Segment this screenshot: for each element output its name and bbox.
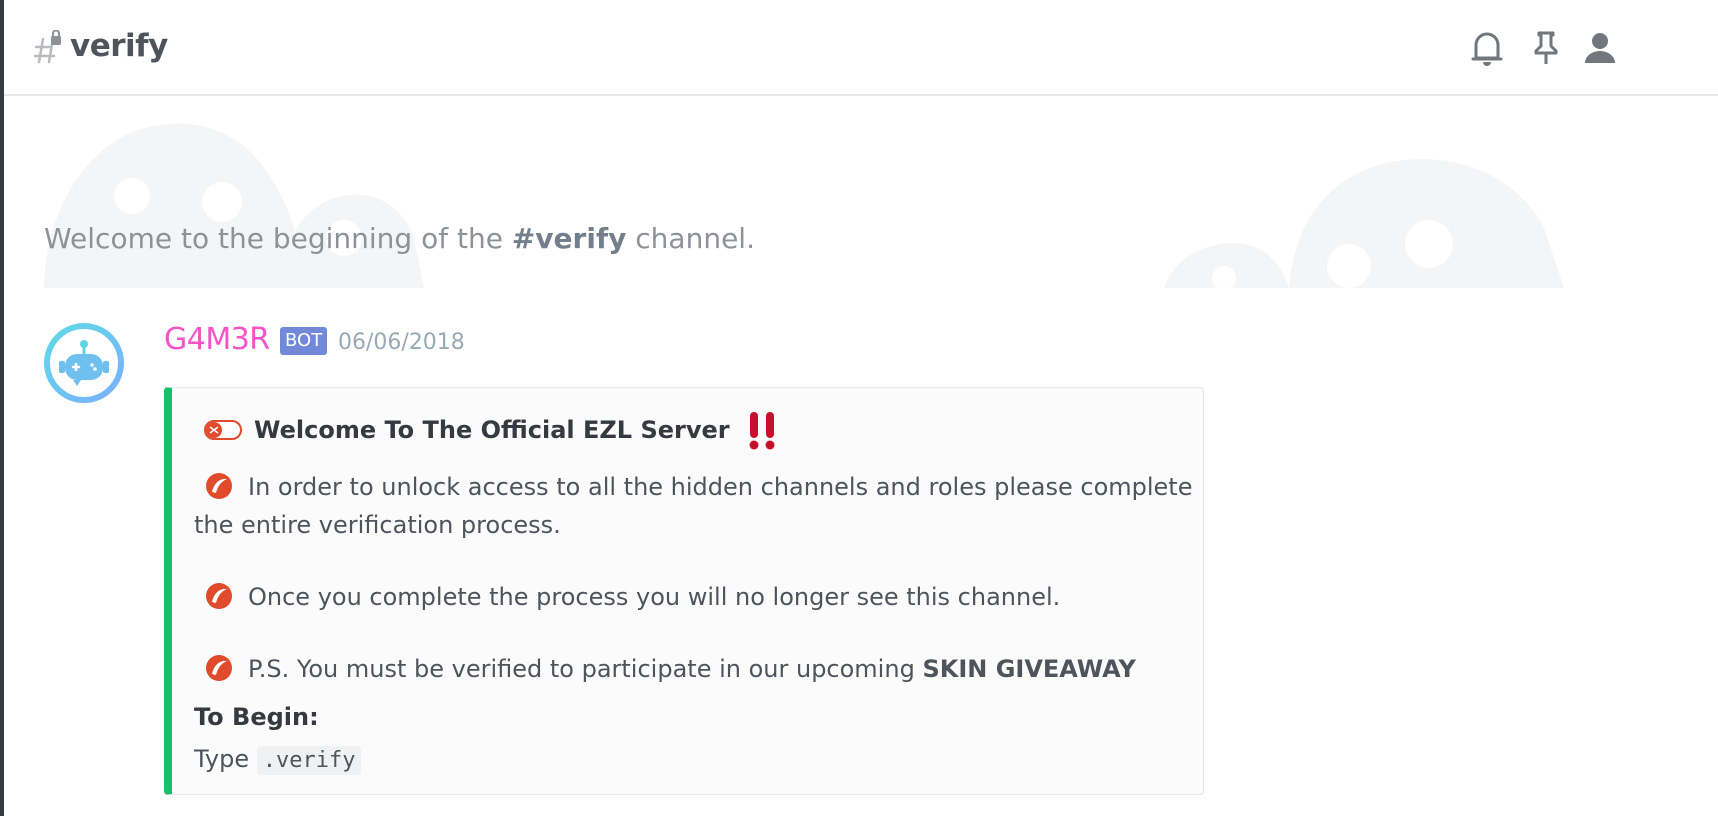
channel-name: verify: [70, 28, 168, 64]
channel-header: verify: [4, 0, 1718, 96]
message-embed: Welcome To The Official EZL Server In or…: [164, 387, 1204, 795]
embed-title: Welcome To The Official EZL Server: [204, 410, 778, 450]
welcome-illustration: [44, 123, 1564, 288]
embed-line-3-bold: SKIN GIVEAWAY: [922, 655, 1136, 683]
toggle-icon: [204, 420, 242, 440]
embed-line-1-text: In order to unlock access to all the hid…: [194, 473, 1193, 539]
bot-tag: BOT: [280, 327, 328, 355]
embed-line-2: Once you complete the process you will n…: [194, 578, 1194, 616]
embed-title-text: Welcome To The Official EZL Server: [254, 416, 730, 444]
embed-description: In order to unlock access to all the hid…: [194, 468, 1194, 688]
inline-code: .verify: [256, 746, 362, 775]
embed-field-value: Type .verify: [194, 745, 362, 775]
embed-line-2-text: Once you complete the process you will n…: [248, 583, 1061, 611]
bell-icon[interactable]: [1470, 30, 1504, 66]
message-timestamp: 06/06/2018: [338, 330, 465, 355]
embed-line-3: P.S. You must be verified to participate…: [194, 650, 1194, 688]
welcome-prefix: Welcome to the beginning of the: [44, 222, 512, 255]
message-username[interactable]: G4M3R: [164, 322, 270, 357]
red-badge-icon: [206, 583, 232, 609]
red-badge-icon: [206, 655, 232, 681]
hash-lock-icon: [34, 30, 61, 64]
double-exclamation-icon: [749, 412, 775, 450]
embed-field-name: To Begin:: [194, 703, 319, 731]
embed-field-prefix: Type: [194, 745, 257, 773]
embed-line-1: In order to unlock access to all the hid…: [194, 468, 1194, 544]
channel-welcome-text: Welcome to the beginning of the #verify …: [44, 222, 755, 255]
welcome-channel: #verify: [511, 222, 627, 255]
members-icon[interactable]: [1582, 30, 1618, 66]
welcome-suffix: channel.: [626, 222, 755, 255]
avatar[interactable]: [43, 322, 125, 404]
pin-icon[interactable]: [1532, 30, 1560, 66]
red-badge-icon: [206, 473, 232, 499]
embed-line-3-text: P.S. You must be verified to participate…: [248, 655, 923, 683]
